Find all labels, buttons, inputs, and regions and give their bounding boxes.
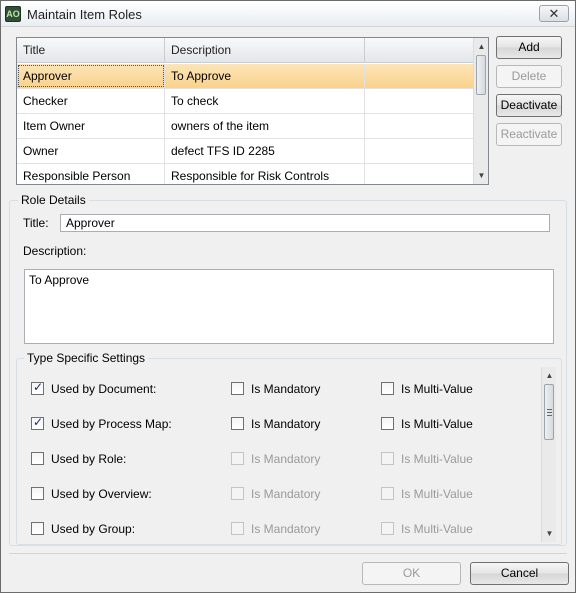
cell-description: defect TFS ID 2285 (165, 139, 365, 163)
divider (9, 553, 567, 554)
type-settings-legend: Type Specific Settings (24, 351, 149, 365)
app-icon: AO (5, 6, 21, 22)
cell-title: Checker (17, 89, 165, 113)
table-row[interactable]: Responsible Person Responsible for Risk … (17, 164, 474, 184)
used-by-overview-checkbox[interactable] (31, 487, 44, 500)
role-details-legend: Role Details (18, 193, 89, 207)
group-multivalue-label: Is Multi-Value (401, 522, 473, 536)
used-by-role-checkbox[interactable] (31, 452, 44, 465)
cancel-button[interactable]: Cancel (470, 562, 569, 585)
overview-multivalue-checkbox[interactable] (381, 487, 394, 500)
cell-title: Approver (17, 64, 165, 88)
grid-scrollbar[interactable]: ▲ ▼ (473, 38, 488, 184)
cell-description: To Approve (165, 64, 365, 88)
document-multivalue-label: Is Multi-Value (401, 382, 473, 396)
window-title: Maintain Item Roles (27, 7, 142, 22)
description-textarea[interactable]: To Approve (24, 269, 554, 344)
table-row[interactable]: Item Owner owners of the item (17, 114, 474, 139)
role-multivalue-checkbox[interactable] (381, 452, 394, 465)
add-button[interactable]: Add (496, 36, 562, 59)
cell-extra (365, 89, 474, 113)
used-by-document-checkbox[interactable] (31, 380, 44, 395)
cell-title: Responsible Person (17, 164, 165, 184)
cell-description: To check (165, 89, 365, 113)
maintain-item-roles-dialog: AO Maintain Item Roles ✕ Title Descripti… (0, 0, 576, 593)
overview-mandatory-label: Is Mandatory (251, 487, 321, 501)
grip-line (547, 415, 552, 416)
group-multivalue-checkbox[interactable] (381, 522, 394, 535)
document-multivalue-checkbox[interactable] (381, 382, 394, 395)
scroll-up-icon[interactable]: ▲ (542, 368, 557, 383)
process-map-multivalue-label: Is Multi-Value (401, 417, 473, 431)
title-label: Title: (23, 216, 49, 230)
role-mandatory-label: Is Mandatory (251, 452, 321, 466)
group-mandatory-label: Is Mandatory (251, 522, 321, 536)
table-row[interactable]: Approver To Approve (17, 64, 474, 89)
document-mandatory-checkbox[interactable] (231, 382, 244, 395)
used-by-document-label: Used by Document: (51, 382, 157, 396)
settings-scrollbar[interactable]: ▲ ▼ (541, 367, 556, 542)
used-by-overview-label: Used by Overview: (51, 487, 152, 501)
used-by-role-label: Used by Role: (51, 452, 127, 466)
scroll-down-icon[interactable]: ▼ (542, 526, 557, 541)
scroll-thumb[interactable] (476, 55, 486, 95)
cell-title: Owner (17, 139, 165, 163)
deactivate-button[interactable]: Deactivate (496, 94, 562, 117)
cell-description: owners of the item (165, 114, 365, 138)
cell-extra (365, 114, 474, 138)
document-mandatory-label: Is Mandatory (251, 382, 321, 396)
overview-mandatory-checkbox[interactable] (231, 487, 244, 500)
used-by-process-map-checkbox[interactable] (31, 415, 44, 430)
reactivate-button[interactable]: Reactivate (496, 123, 562, 146)
table-row[interactable]: Checker To check (17, 89, 474, 114)
scroll-thumb[interactable] (544, 384, 554, 440)
cell-extra (365, 139, 474, 163)
scroll-down-icon[interactable]: ▼ (474, 168, 488, 183)
grip-line (547, 412, 552, 413)
process-map-mandatory-checkbox[interactable] (231, 417, 244, 430)
title-bar: AO Maintain Item Roles ✕ (1, 1, 575, 27)
used-by-group-checkbox[interactable] (31, 522, 44, 535)
grip-line (547, 409, 552, 410)
process-map-mandatory-label: Is Mandatory (251, 417, 321, 431)
close-button[interactable]: ✕ (539, 5, 569, 22)
used-by-group-label: Used by Group: (51, 522, 136, 536)
cell-title: Item Owner (17, 114, 165, 138)
description-label: Description: (23, 244, 87, 258)
used-by-process-map-label: Used by Process Map: (51, 417, 172, 431)
roles-grid[interactable]: Title Description Approver To Approve Ch… (16, 37, 489, 185)
scroll-up-icon[interactable]: ▲ (474, 39, 488, 54)
overview-multivalue-label: Is Multi-Value (401, 487, 473, 501)
group-mandatory-checkbox[interactable] (231, 522, 244, 535)
title-input[interactable]: Approver (60, 214, 550, 232)
column-header-description[interactable]: Description (165, 38, 365, 63)
process-map-multivalue-checkbox[interactable] (381, 417, 394, 430)
grid-header: Title Description (17, 38, 474, 63)
cell-description: Responsible for Risk Controls (165, 164, 365, 184)
table-row[interactable]: Owner defect TFS ID 2285 (17, 139, 474, 164)
ok-button[interactable]: OK (362, 562, 461, 585)
column-header-title[interactable]: Title (17, 38, 165, 63)
cell-extra (365, 164, 474, 184)
column-header-extra[interactable] (365, 38, 474, 63)
delete-button[interactable]: Delete (496, 65, 562, 88)
cell-extra (365, 64, 474, 88)
role-mandatory-checkbox[interactable] (231, 452, 244, 465)
role-multivalue-label: Is Multi-Value (401, 452, 473, 466)
